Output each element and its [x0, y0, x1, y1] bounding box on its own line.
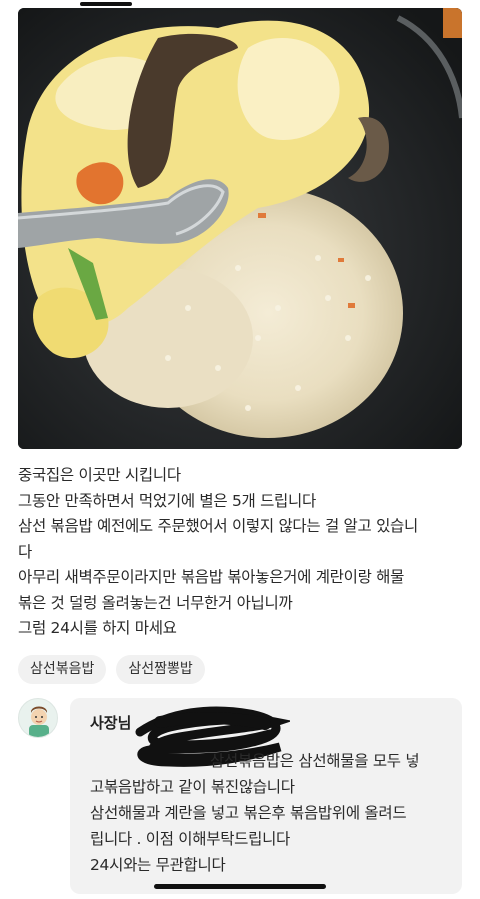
review-text: 중국집은 이곳만 시킵니다 그동안 만족하면서 먹었기에 별은 5개 드립니다 … — [18, 463, 468, 642]
menu-tags: 삼선볶음밥 삼선짬뽕밥 — [18, 655, 205, 684]
home-indicator — [154, 884, 326, 889]
review-line: 그럼 24시를 하지 마세요 — [18, 619, 177, 637]
review-line: 그동안 만족하면서 먹었기에 별은 5개 드립니다 — [18, 491, 316, 510]
menu-tag[interactable]: 삼선볶음밥 — [18, 655, 107, 684]
reply-line: 삼선볶음밥은 삼선해물을 모두 넣 — [210, 752, 420, 770]
review-line: 다 — [18, 542, 32, 561]
owner-avatar — [18, 698, 58, 738]
fried-rice-image — [18, 8, 462, 449]
review-line: 삼선 볶음밥 예전에도 주문했어서 이렇지 않다는 걸 알고 있습니 — [18, 517, 418, 535]
reply-line: 고볶음밥하고 같이 볶진않습니다 — [90, 778, 295, 796]
review-line: 볶은 것 덜렁 올려놓는건 너무한거 아닙니까 — [18, 593, 293, 612]
reply-line: 삼선해물과 계란을 넣고 볶은후 볶음밥위에 올려드 — [90, 804, 407, 822]
reply-line: 24시와는 무관합니다 — [90, 856, 226, 874]
review-line: 아무리 새벽주문이라지만 볶음밥 볶아놓은거에 계란이랑 해물 — [18, 568, 405, 586]
owner-name: 사장님 — [90, 714, 132, 732]
reply-line: 립니다 . 이점 이해부탁드립니다 — [90, 830, 290, 848]
owner-reply: 사장님 삼선볶음밥은 삼선해물을 모두 넣 고볶음밥하고 같이 볶진않습니다 삼… — [70, 698, 462, 894]
top-indicator — [80, 2, 132, 6]
menu-tag[interactable]: 삼선짬뽕밥 — [116, 655, 205, 684]
owner-reply-text: 삼선볶음밥은 삼선해물을 모두 넣 고볶음밥하고 같이 볶진않습니다 삼선해물과… — [90, 748, 450, 878]
review-photo[interactable] — [18, 8, 462, 449]
review-line: 중국집은 이곳만 시킵니다 — [18, 466, 181, 484]
